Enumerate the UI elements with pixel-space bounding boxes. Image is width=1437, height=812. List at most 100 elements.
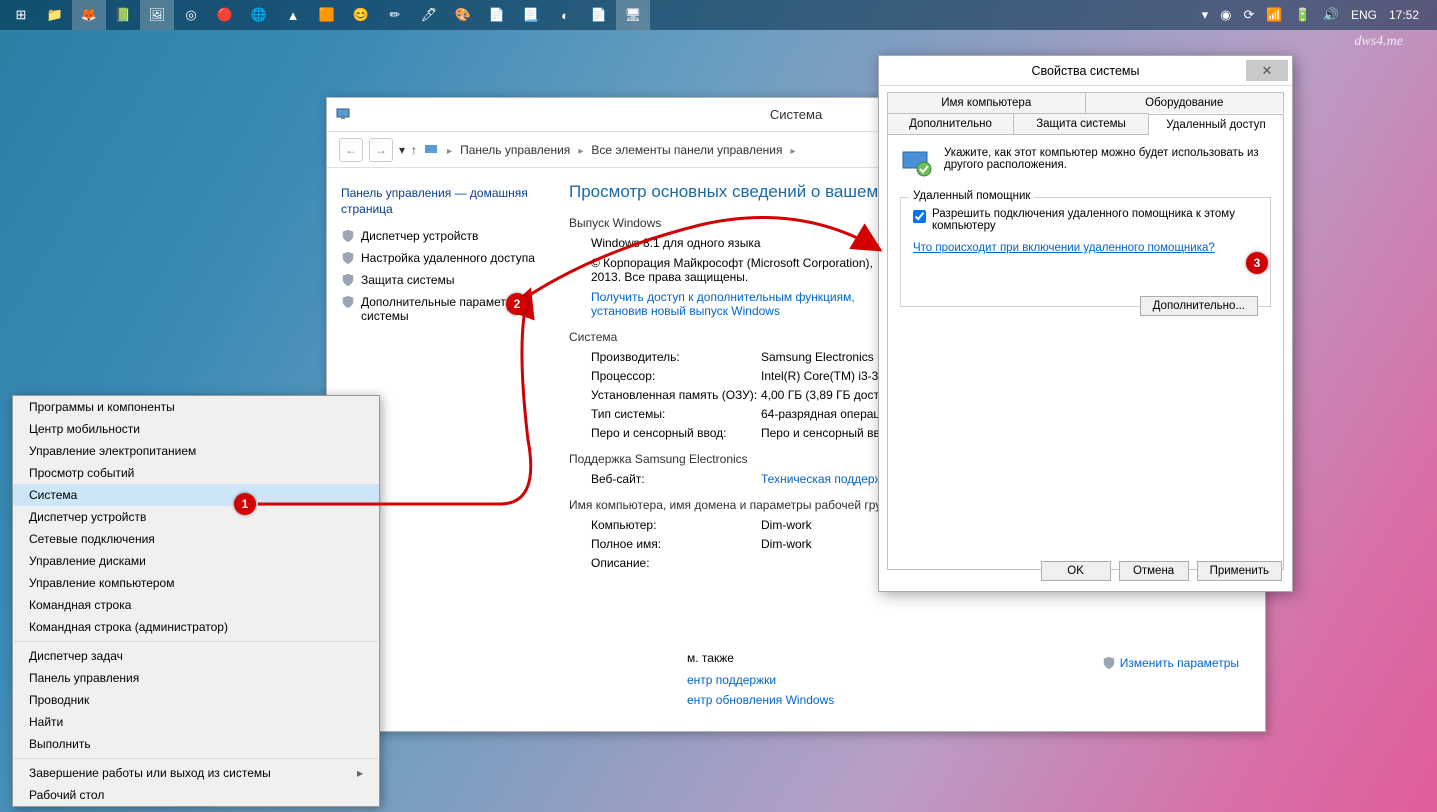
description-label: Описание: [591, 556, 761, 570]
sidebar-device-manager[interactable]: Диспетчер устройств [341, 229, 535, 243]
tb-opera-icon[interactable]: 🔴 [208, 0, 242, 30]
tb-steam-icon[interactable]: ◐ [548, 0, 582, 30]
breadcrumb-seg1[interactable]: Панель управления [460, 143, 570, 157]
tab-computer-name[interactable]: Имя компьютера [887, 92, 1086, 113]
panel-description: Укажите, как этот компьютер можно будет … [944, 147, 1271, 181]
nav-forward-button[interactable]: → [369, 138, 393, 162]
tb-app7-icon[interactable]: 🖊 [412, 0, 446, 30]
shield-icon [341, 273, 355, 287]
menu-disk[interactable]: Управление дисками [13, 550, 379, 572]
tab-advanced[interactable]: Дополнительно [887, 113, 1014, 134]
menu-cmd[interactable]: Командная строка [13, 594, 379, 616]
menu-separator [14, 641, 378, 642]
tray-sync-icon[interactable]: ⟳ [1243, 7, 1254, 23]
tb-app3-icon[interactable]: ▲ [276, 0, 310, 30]
see-also-header: м. также [687, 651, 834, 665]
nav-dropdown-icon[interactable]: ▾ [399, 143, 405, 157]
menu-run[interactable]: Выполнить [13, 733, 379, 755]
tb-app9-icon[interactable]: 📃 [514, 0, 548, 30]
menu-control-panel[interactable]: Панель управления [13, 667, 379, 689]
fullname-label: Полное имя: [591, 537, 761, 551]
tb-app8-icon[interactable]: 🎨 [446, 0, 480, 30]
menu-mobility[interactable]: Центр мобильности [13, 418, 379, 440]
start-button[interactable]: ⊞ [4, 0, 38, 30]
system-tray: ▾ ◉ ⟳ 📶 🔋 🔊 ENG 17:52 [1202, 7, 1433, 23]
see-also-link1[interactable]: ентр поддержки [687, 673, 834, 687]
tb-firefox-icon[interactable]: 🦊 [72, 0, 106, 30]
apply-button[interactable]: Применить [1197, 561, 1282, 581]
breadcrumb-seg2[interactable]: Все элементы панели управления [591, 143, 782, 157]
annotation-marker-3: 3 [1246, 252, 1268, 274]
menu-programs[interactable]: Программы и компоненты [13, 396, 379, 418]
breadcrumb[interactable]: Панель управления Все элементы панели уп… [423, 142, 797, 158]
allow-remote-checkbox[interactable] [913, 210, 926, 223]
tab-strip: Имя компьютера Оборудование Дополнительн… [879, 86, 1292, 134]
tb-app6-icon[interactable]: ✏ [378, 0, 412, 30]
fieldset-legend: Удаленный помощник [909, 190, 1034, 202]
see-also-link2[interactable]: ентр обновления Windows [687, 693, 834, 707]
pc-icon [423, 142, 439, 158]
sidebar-home-link[interactable]: Панель управления — домашняя страница [341, 186, 535, 217]
menu-shutdown[interactable]: Завершение работы или выход из системы [13, 762, 379, 784]
features-link[interactable]: Получить доступ к дополнительным функция… [591, 290, 901, 318]
type-label: Тип системы: [591, 407, 761, 421]
annotation-marker-1: 1 [234, 493, 256, 515]
computer-label: Компьютер: [591, 518, 761, 532]
tab-panel: Укажите, как этот компьютер можно будет … [887, 134, 1284, 570]
tray-battery-icon[interactable]: 🔋 [1295, 7, 1311, 23]
nav-up-button[interactable]: ↑ [411, 143, 417, 157]
tray-app-icon[interactable]: ◉ [1220, 7, 1231, 23]
menu-task-manager[interactable]: Диспетчер задач [13, 645, 379, 667]
menu-events[interactable]: Просмотр событий [13, 462, 379, 484]
remote-icon [900, 147, 934, 181]
menu-computer-mgmt[interactable]: Управление компьютером [13, 572, 379, 594]
tb-app10-icon[interactable]: 📄 [582, 0, 616, 30]
ram-label: Установленная память (ОЗУ): [591, 388, 761, 402]
cpu-label: Процессор: [591, 369, 761, 383]
help-link[interactable]: Что происходит при включении удаленного … [913, 242, 1258, 254]
close-button[interactable]: ✕ [1246, 60, 1288, 81]
lang-indicator[interactable]: ENG [1351, 8, 1377, 22]
tb-explorer-icon[interactable]: 📁 [38, 0, 72, 30]
tab-protection[interactable]: Защита системы [1014, 113, 1149, 134]
system-properties-dialog: Свойства системы ✕ Имя компьютера Оборуд… [878, 55, 1293, 592]
pen-label: Перо и сенсорный ввод: [591, 426, 761, 440]
menu-explorer[interactable]: Проводник [13, 689, 379, 711]
change-settings-link[interactable]: Изменить параметры [1102, 656, 1239, 670]
tb-chrome-icon[interactable]: 🌐 [242, 0, 276, 30]
taskbar-left: ⊞ 📁 🦊 📗 🖼 ◎ 🔴 🌐 ▲ 🟧 😊 ✏ 🖊 🎨 📄 📃 ◐ 📄 🖥 [4, 0, 650, 30]
shield-icon [341, 229, 355, 243]
tb-notepad-icon[interactable]: 📄 [480, 0, 514, 30]
shield-icon [1102, 656, 1116, 670]
tb-app2-icon[interactable]: ◎ [174, 0, 208, 30]
menu-power[interactable]: Управление электропитанием [13, 440, 379, 462]
watermark: dws4.me [1354, 34, 1403, 50]
tray-network-icon[interactable]: 📶 [1266, 7, 1282, 23]
clock[interactable]: 17:52 [1389, 8, 1419, 22]
tb-app4-icon[interactable]: 🟧 [310, 0, 344, 30]
shield-icon [341, 295, 355, 309]
tray-volume-icon[interactable]: 🔊 [1323, 7, 1339, 23]
shield-icon [341, 251, 355, 265]
power-user-menu: Программы и компоненты Центр мобильности… [12, 395, 380, 807]
menu-network[interactable]: Сетевые подключения [13, 528, 379, 550]
menu-cmd-admin[interactable]: Командная строка (администратор) [13, 616, 379, 638]
tb-app1-icon[interactable]: 🖼 [140, 0, 174, 30]
sidebar-remote-settings[interactable]: Настройка удаленного доступа [341, 251, 535, 265]
menu-search[interactable]: Найти [13, 711, 379, 733]
menu-system[interactable]: Система [13, 484, 379, 506]
menu-separator [14, 758, 378, 759]
cancel-button[interactable]: Отмена [1119, 561, 1189, 581]
tab-hardware[interactable]: Оборудование [1086, 92, 1285, 113]
nav-back-button[interactable]: ← [339, 138, 363, 162]
tb-app11-icon[interactable]: 🖥 [616, 0, 650, 30]
tray-chevron-icon[interactable]: ▾ [1202, 7, 1209, 23]
menu-desktop[interactable]: Рабочий стол [13, 784, 379, 806]
advanced-button[interactable]: Дополнительно... [1140, 296, 1258, 316]
tab-remote[interactable]: Удаленный доступ [1149, 114, 1284, 135]
menu-device-manager[interactable]: Диспетчер устройств [13, 506, 379, 528]
tb-excel-icon[interactable]: 📗 [106, 0, 140, 30]
ok-button[interactable]: OK [1041, 561, 1111, 581]
sidebar-system-protection[interactable]: Защита системы [341, 273, 535, 287]
tb-app5-icon[interactable]: 😊 [344, 0, 378, 30]
